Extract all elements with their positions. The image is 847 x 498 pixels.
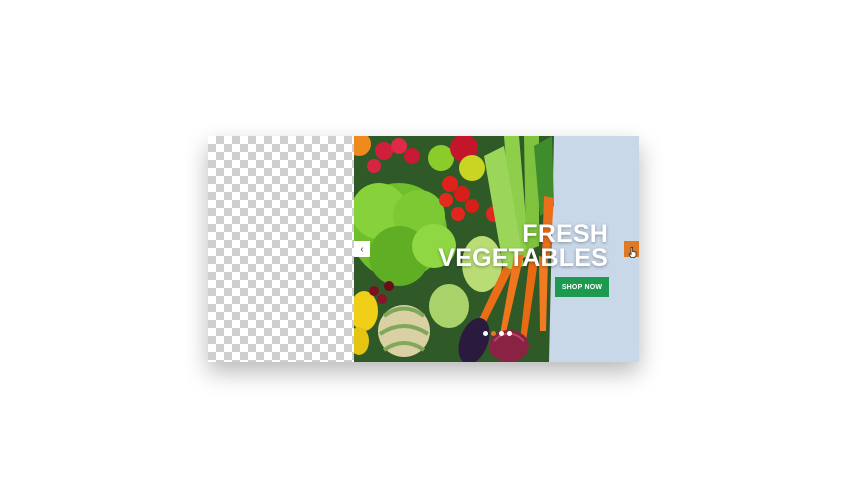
- hand-pointer-icon: [628, 247, 637, 258]
- slider-dot-2[interactable]: [491, 331, 496, 336]
- transparent-area: [208, 136, 354, 362]
- headline-line1: FRESH: [522, 220, 608, 248]
- slider-dot-3[interactable]: [499, 331, 504, 336]
- slider-dot-1[interactable]: [483, 331, 488, 336]
- prev-arrow-button[interactable]: ‹: [354, 241, 370, 257]
- chevron-left-icon: ‹: [360, 243, 364, 255]
- hero-slider: FRESH VEGETABLES SHOP NOW ‹ ›: [208, 136, 639, 362]
- slider-dot-4[interactable]: [507, 331, 512, 336]
- headline: FRESH VEGETABLES: [438, 220, 608, 272]
- headline-line2: VEGETABLES: [438, 244, 608, 272]
- shop-now-button[interactable]: SHOP NOW: [555, 277, 609, 297]
- slide-fresh-vegetables: FRESH VEGETABLES SHOP NOW ‹ ›: [354, 136, 639, 362]
- slider-dots: [483, 331, 512, 336]
